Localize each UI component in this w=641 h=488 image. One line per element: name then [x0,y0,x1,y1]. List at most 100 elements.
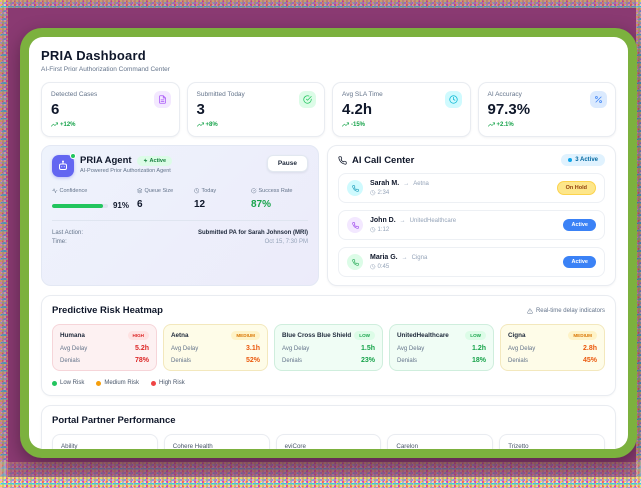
stat-label: Queue Size [144,188,173,194]
legend-label: Medium Risk [104,380,139,386]
kpi-trend-value: +8% [206,122,218,128]
payer-name: Humana [60,332,85,339]
last-action-value: Submitted PA for Sarah Johnson (MRI) [198,230,308,236]
phone-icon [347,254,363,270]
arrow-icon: → [403,181,409,187]
call-duration: 2:34 [378,190,390,196]
kpi-trend: +12% [51,121,170,128]
avg-delay-value: 1.5h [361,345,375,352]
stat-confidence: Confidence 91% [52,188,137,210]
heatmap-note-label: Real-time delay indicators [536,308,605,314]
arrow-icon: → [402,255,408,261]
denials-label: Denials [282,358,302,364]
legend-label: Low Risk [60,380,84,386]
partner-name: Ability [61,443,149,449]
portal-card-evicore: eviCore 94% Avg 1.3h [276,434,382,449]
kpi-trend: -15% [342,121,461,128]
stat-value: 12 [194,199,251,210]
kpi-trend-value: -15% [351,122,365,128]
arrow-icon: → [400,218,406,224]
denials-value: 23% [361,357,375,364]
kpi-value: 4.2h [342,101,461,118]
call-row-sarah[interactable]: Sarah M. → Aetna 2:34 On Hold [338,173,605,203]
stat-today: Today 12 [194,188,251,210]
heatmap-title: Predictive Risk Heatmap [52,305,163,316]
denials-label: Denials [397,358,417,364]
avg-delay-label: Avg Delay [397,346,424,352]
stat-value: 87% [251,199,308,210]
payer-name: Blue Cross Blue Shield [282,332,351,339]
call-row-maria[interactable]: Maria G. → Cigna 0:45 Active [338,247,605,277]
pria-agent-card: PRIA Agent Active AI-Powered Prior Autho… [41,145,319,286]
active-calls-count: 3 Active [575,157,598,163]
kpi-label: Detected Cases [51,91,170,98]
clock-icon [370,227,376,233]
check-circle-icon [251,188,257,194]
amber-dot-icon [96,381,101,386]
agent-subtitle: AI-Powered Prior Authorization Agent [80,168,172,174]
kpi-card-submitted-today: Submitted Today 3 +8% [187,82,326,137]
stat-value: 6 [137,199,194,210]
green-device-frame: PRIA Dashboard AI-First Prior Authorizat… [20,28,637,458]
red-dot-icon [151,381,156,386]
kpi-card-avg-sla-time: Avg SLA Time 4.2h -15% [332,82,471,137]
agent-avatar [52,155,74,177]
avg-delay-label: Avg Delay [60,346,87,352]
legend-high-risk: High Risk [151,380,185,386]
portal-card-carelon: Carelon 96% Avg 2.5h [387,434,493,449]
phone-icon [347,217,363,233]
pause-button[interactable]: Pause [267,155,308,172]
call-center-title: AI Call Center [352,155,414,166]
file-text-icon [154,91,171,108]
denials-value: 78% [135,357,149,364]
kpi-value: 3 [197,101,316,118]
kpi-label: Avg SLA Time [342,91,461,98]
caller-name: Maria G. [370,254,398,261]
avg-delay-value: 1.2h [472,345,486,352]
alert-triangle-icon [527,308,533,314]
call-duration: 0:45 [378,264,390,270]
call-row-john[interactable]: John D. → UnitedHealthcare 1:12 Active [338,210,605,240]
agent-title-block: PRIA Agent Active AI-Powered Prior Autho… [80,155,172,174]
call-center-header: AI Call Center 3 Active [338,154,605,166]
avg-delay-label: Avg Delay [282,346,309,352]
noise-edge-bottom-soft [0,462,641,488]
avg-delay-value: 2.8h [583,345,597,352]
avg-delay-label: Avg Delay [508,346,535,352]
stat-queue-size: Queue Size 6 [137,188,194,210]
risk-badge: MEDIUM [568,331,597,340]
layers-icon [137,188,143,194]
kpi-card-detected-cases: Detected Cases 6 +12% [41,82,180,137]
time-label: Time: [52,239,67,245]
kpi-card-ai-accuracy: AI Accuracy 97.3% +2.1% [478,82,617,137]
call-payer: UnitedHealthcare [410,218,456,224]
agent-stats-row: Confidence 91% Queue Size [52,188,308,210]
agent-header: PRIA Agent Active AI-Powered Prior Autho… [52,155,308,177]
denials-label: Denials [171,358,191,364]
page-subtitle: AI-First Prior Authorization Command Cen… [41,66,616,73]
dashboard-screen: PRIA Dashboard AI-First Prior Authorizat… [29,37,628,449]
call-payer: Aetna [413,181,429,187]
risk-badge: LOW [354,331,375,340]
avg-delay-label: Avg Delay [171,346,198,352]
clock-icon [445,91,462,108]
heatmap-card-aetna: Aetna MEDIUM Avg Delay3.1h Denials52% [163,324,268,371]
clock-icon [194,188,200,194]
clock-icon [370,190,376,196]
online-status-dot [70,153,76,159]
partner-name: eviCore [285,443,373,449]
risk-heatmap-section: Predictive Risk Heatmap Real-time delay … [41,295,616,396]
legend-low-risk: Low Risk [52,380,84,386]
kpi-value: 97.3% [488,101,607,118]
confidence-value: 91% [113,201,129,210]
call-info: Sarah M. → Aetna 2:34 [370,180,429,196]
phone-icon [347,180,363,196]
stat-success-rate: Success Rate 87% [251,188,308,210]
agent-footer: Last Action: Submitted PA for Sarah John… [52,220,308,245]
risk-legend: Low Risk Medium Risk High Risk [52,380,605,386]
avg-delay-value: 3.1h [246,345,260,352]
trending-up-icon [488,121,495,128]
payer-name: Cigna [508,332,526,339]
heatmap-card-bcbs: Blue Cross Blue Shield LOW Avg Delay 1.5h… [274,324,383,371]
heatmap-card-cigna: Cigna MEDIUM Avg Delay2.8h Denials45% [500,324,605,371]
